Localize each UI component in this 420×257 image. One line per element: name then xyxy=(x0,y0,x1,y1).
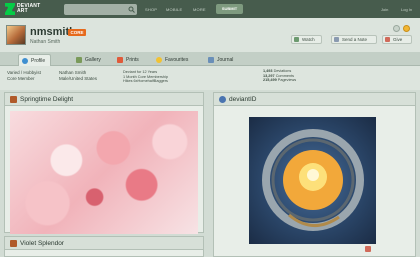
logo-text: DEVIANT ART xyxy=(17,4,40,14)
member-line-3: Hikes 6xHomehalfBaggers xyxy=(123,79,168,84)
login-link[interactable]: Log In xyxy=(401,7,412,12)
top-bar: DEVIANT ART SHOP MOBILE MORE SUBMIT Join… xyxy=(0,0,420,18)
featured-deviation-image[interactable] xyxy=(10,111,198,234)
member-details: Nathan Smith Male/United States xyxy=(59,70,97,81)
give-icon xyxy=(385,37,390,42)
watch-button[interactable]: Watch xyxy=(291,35,322,44)
tab-profile[interactable]: Profile xyxy=(18,54,52,66)
star-icon xyxy=(156,57,162,63)
second-deviation-panel: Violet Splendor xyxy=(4,236,204,257)
stat-comments-label: Comments xyxy=(275,73,295,78)
second-panel-icon xyxy=(10,240,17,247)
featured-title[interactable]: Springtime Delight xyxy=(20,96,73,103)
tab-gallery-label: Gallery xyxy=(85,57,101,63)
profile-stats: 1,493 Deviations 13,297 Comments 215,499… xyxy=(263,69,296,83)
gallery-icon xyxy=(76,57,82,63)
nav-mobile[interactable]: MOBILE xyxy=(166,7,182,12)
tab-journal-label: Journal xyxy=(217,57,234,63)
tab-favourites-label: Favourites xyxy=(165,57,189,63)
search-icon[interactable] xyxy=(128,6,135,13)
avatar[interactable] xyxy=(6,25,26,45)
deviantid-icon xyxy=(219,96,226,103)
journal-icon xyxy=(208,57,214,63)
tab-prints-label: Prints xyxy=(126,57,139,63)
give-button[interactable]: Give xyxy=(382,35,412,44)
tab-gallery[interactable]: Gallery xyxy=(73,54,101,66)
role-line-1: Varied / Hobbyist xyxy=(7,70,41,75)
deviantid-title: deviantID xyxy=(229,96,257,103)
join-link[interactable]: Join xyxy=(381,7,388,12)
stat-comments-num: 13,297 xyxy=(263,73,275,78)
role-line-2: Core Member xyxy=(7,75,35,81)
core-badge: CORE xyxy=(68,29,86,36)
more-icon[interactable] xyxy=(365,246,371,252)
tab-profile-label: Profile xyxy=(31,58,46,64)
logo-line-2: ART xyxy=(17,8,28,14)
profile-tabs: Profile Gallery Prints Favourites Journa… xyxy=(0,52,420,66)
stat-pageviews-num: 215,499 xyxy=(263,78,277,83)
deviantid-panel-header: deviantID xyxy=(214,93,415,106)
member-role: Varied / Hobbyist Core Member xyxy=(7,70,41,81)
notifications-icon[interactable] xyxy=(393,25,400,32)
tab-journal[interactable]: Journal xyxy=(205,54,233,66)
send-note-label: Send a Note xyxy=(342,37,368,42)
featured-panel-header: Springtime Delight xyxy=(5,93,203,106)
featured-icon xyxy=(10,96,17,103)
second-title[interactable]: Violet Splendor xyxy=(20,240,64,247)
watch-icon xyxy=(294,37,299,42)
deviantart-logo-icon xyxy=(5,3,15,15)
give-label: Give xyxy=(393,37,403,42)
stat-deviations-label: Deviations xyxy=(273,69,292,73)
send-note-button[interactable]: Send a Note xyxy=(331,35,377,44)
nav-shop[interactable]: SHOP xyxy=(145,7,157,12)
note-icon xyxy=(334,37,339,42)
profile-info: Varied / Hobbyist Core Member Nathan Smi… xyxy=(0,66,420,90)
profile-icon xyxy=(22,58,28,64)
member-since: Deviant for 12 Years 1 Month Core Member… xyxy=(123,70,168,84)
prints-icon xyxy=(117,57,123,63)
points-icon[interactable] xyxy=(403,25,410,32)
real-name: Nathan Smith xyxy=(30,39,61,45)
deviantid-image[interactable] xyxy=(249,117,376,244)
tab-prints[interactable]: Prints xyxy=(114,54,139,66)
stat-pageviews-label: Pageviews xyxy=(277,78,297,83)
search-input[interactable] xyxy=(64,4,137,15)
header-icons xyxy=(393,25,410,32)
stat-deviations-num: 1,493 xyxy=(263,69,273,73)
second-panel-header: Violet Splendor xyxy=(5,237,203,250)
watch-label: Watch xyxy=(302,37,315,42)
nav-more[interactable]: MORE xyxy=(193,7,206,12)
stat-pageviews[interactable]: 215,499 Pageviews xyxy=(263,78,296,83)
person-line-2: Male/United States xyxy=(59,75,98,81)
orb-artwork xyxy=(262,129,364,231)
deviantart-logo[interactable]: DEVIANT ART xyxy=(5,3,40,15)
tab-favourites[interactable]: Favourites xyxy=(153,54,188,66)
submit-button[interactable]: SUBMIT xyxy=(216,4,243,14)
